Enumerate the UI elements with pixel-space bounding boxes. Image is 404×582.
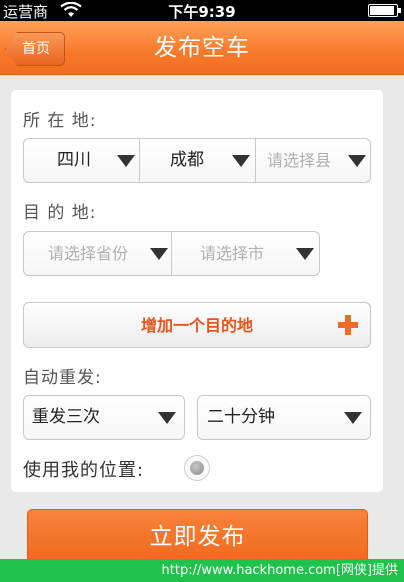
repeat-times-select[interactable]: 重发三次	[23, 395, 185, 440]
chevron-down-icon	[348, 155, 366, 167]
location-province-select[interactable]: 四川	[24, 139, 140, 182]
add-destination-label: 增加一个目的地	[140, 316, 253, 335]
publish-button[interactable]: 立即发布	[27, 509, 368, 564]
back-home-button[interactable]: 首页	[5, 32, 65, 66]
location-county-placeholder: 请选择县	[267, 151, 332, 170]
watermark-banner: http://www.hackhome.com[网侠]提供	[0, 559, 404, 582]
location-city-select[interactable]: 成都	[140, 139, 256, 182]
destination-city-placeholder: 请选择市	[200, 244, 265, 263]
form-card: 所 在 地: 四川 成都 请选择县 目 的 地: 请选择省份 请选择市 增加一个…	[11, 90, 383, 492]
auto-repeat-label: 自动重发:	[23, 368, 102, 388]
use-location-label: 使用我的位置:	[23, 460, 145, 481]
use-location-radio[interactable]	[184, 455, 210, 481]
repeat-times-value: 重发三次	[32, 407, 100, 427]
chevron-down-icon	[344, 412, 362, 424]
radio-dot	[190, 461, 204, 475]
repeat-interval-select[interactable]: 二十分钟	[197, 395, 371, 440]
chevron-down-icon	[117, 155, 135, 167]
repeat-times-field: 重发三次	[24, 396, 184, 439]
destination-province-select[interactable]: 请选择省份	[24, 232, 172, 275]
plus-icon	[338, 315, 358, 335]
destination-city-select[interactable]: 请选择市	[172, 232, 319, 275]
location-label: 所 在 地:	[23, 111, 97, 131]
destination-label: 目 的 地:	[23, 203, 97, 223]
repeat-interval-field: 二十分钟	[198, 396, 370, 439]
chevron-down-icon	[296, 248, 314, 260]
chevron-down-icon	[232, 155, 250, 167]
location-city-value: 成都	[170, 150, 204, 170]
status-time: 下午9:39	[168, 3, 236, 21]
destination-select-group: 请选择省份 请选择市	[23, 231, 320, 276]
destination-province-placeholder: 请选择省份	[48, 244, 129, 263]
repeat-interval-value: 二十分钟	[207, 407, 275, 427]
location-county-select[interactable]: 请选择县	[256, 139, 370, 182]
add-destination-button[interactable]: 增加一个目的地	[23, 302, 371, 348]
status-bar: 运营商 下午9:39	[0, 0, 404, 21]
location-select-group: 四川 成都 请选择县	[23, 138, 371, 183]
location-province-value: 四川	[57, 150, 91, 170]
chevron-down-icon	[150, 248, 168, 260]
chevron-down-icon	[158, 412, 176, 424]
nav-bar: 发布空车 首页	[0, 21, 404, 75]
battery-icon	[368, 4, 401, 17]
